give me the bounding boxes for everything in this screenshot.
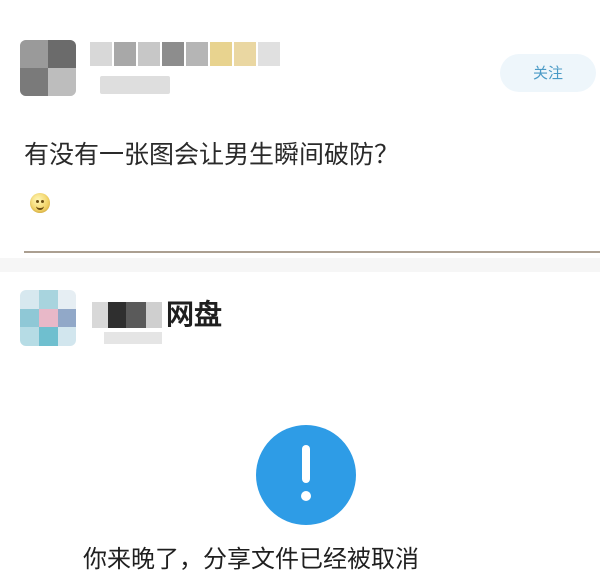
netdisk-title: 网盘 bbox=[166, 298, 223, 331]
blurred-netdisk-subtitle bbox=[104, 332, 162, 344]
blurred-username bbox=[90, 42, 290, 66]
user-avatar[interactable] bbox=[20, 40, 76, 96]
smile-icon bbox=[30, 193, 50, 213]
share-cancelled-message: 你来晚了，分享文件已经被取消 bbox=[83, 545, 419, 573]
blurred-user-meta bbox=[100, 76, 170, 94]
screenshot: 关注 有没有一张图会让男生瞬间破防？ 网盘 你来晚了，分享文件已经被取消 bbox=[0, 0, 600, 588]
follow-button[interactable]: 关注 bbox=[500, 54, 596, 92]
netdisk-avatar[interactable] bbox=[20, 290, 76, 346]
section-gap bbox=[0, 258, 600, 272]
post-card: 关注 有没有一张图会让男生瞬间破防？ bbox=[0, 0, 600, 258]
blurred-netdisk-name bbox=[92, 302, 162, 328]
divider bbox=[24, 251, 600, 253]
post-question: 有没有一张图会让男生瞬间破防？ bbox=[24, 140, 400, 169]
alert-icon bbox=[256, 425, 356, 525]
netdisk-share-card: 网盘 你来晚了，分享文件已经被取消 bbox=[0, 272, 600, 588]
